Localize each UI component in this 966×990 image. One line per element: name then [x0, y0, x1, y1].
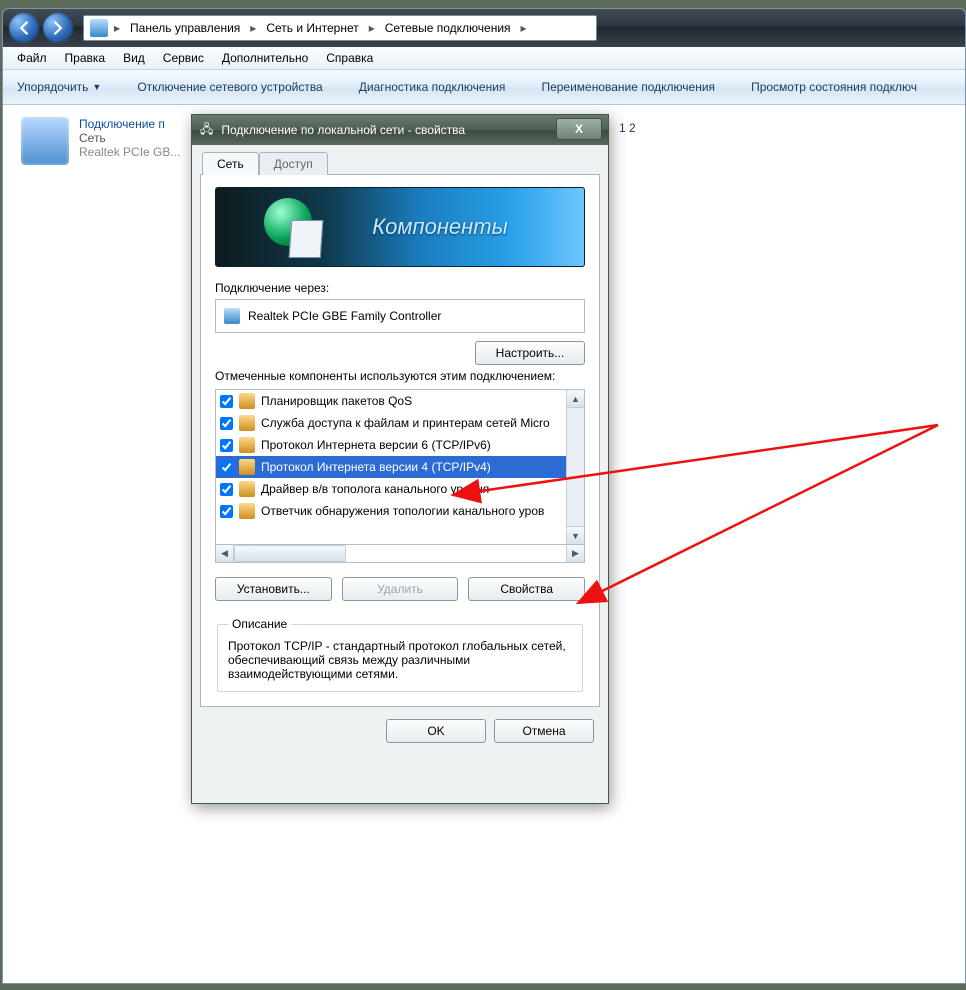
- configure-button[interactable]: Настроить...: [475, 341, 585, 365]
- component-label: Служба доступа к файлам и принтерам сете…: [261, 416, 550, 430]
- chevron-right-icon: ▸: [369, 21, 375, 35]
- horizontal-scrollbar[interactable]: ◀ ▶: [215, 545, 585, 563]
- nic-icon: [224, 308, 240, 324]
- component-row[interactable]: Протокол Интернета версии 6 (TCP/IPv6): [216, 434, 566, 456]
- address-bar[interactable]: ▸ Панель управления ▸ Сеть и Интернет ▸ …: [83, 15, 597, 41]
- connection-item[interactable]: Подключение п Сеть Realtek PCIe GB...: [21, 117, 191, 165]
- clipboard-icon: [289, 220, 324, 258]
- menu-view[interactable]: Вид: [115, 49, 153, 67]
- scroll-down-icon[interactable]: ▼: [567, 526, 584, 544]
- component-row[interactable]: Протокол Интернета версии 4 (TCP/IPv4): [216, 456, 566, 478]
- folder-icon: [90, 19, 108, 37]
- protocol-icon: [239, 459, 255, 475]
- connection-network: Сеть: [79, 131, 106, 145]
- component-checkbox[interactable]: [220, 461, 233, 474]
- component-checkbox[interactable]: [220, 395, 233, 408]
- scroll-right-icon[interactable]: ▶: [566, 545, 584, 562]
- diagnose-button[interactable]: Диагностика подключения: [353, 76, 512, 98]
- explorer-window: ▸ Панель управления ▸ Сеть и Интернет ▸ …: [2, 8, 966, 984]
- organize-button[interactable]: Упорядочить ▼: [11, 76, 107, 98]
- command-bar: Упорядочить ▼ Отключение сетевого устрой…: [3, 70, 965, 105]
- protocol-icon: [239, 437, 255, 453]
- menu-help[interactable]: Справка: [318, 49, 381, 67]
- adapter-box: Realtek PCIe GBE Family Controller: [215, 299, 585, 333]
- forward-button[interactable]: [43, 13, 73, 43]
- properties-button[interactable]: Свойства: [468, 577, 585, 601]
- back-button[interactable]: [9, 13, 39, 43]
- component-checkbox[interactable]: [220, 483, 233, 496]
- component-label: Протокол Интернета версии 4 (TCP/IPv4): [261, 460, 491, 474]
- menu-edit[interactable]: Правка: [57, 49, 114, 67]
- component-label: Драйвер в/в тополога канального уровня: [261, 482, 489, 496]
- breadcrumb[interactable]: Сетевые подключения: [381, 21, 515, 35]
- connect-using-label: Подключение через:: [215, 281, 585, 295]
- scroll-left-icon[interactable]: ◀: [216, 545, 234, 562]
- service-icon: [239, 393, 255, 409]
- disable-device-button[interactable]: Отключение сетевого устройства: [131, 76, 328, 98]
- description-text: Протокол TCP/IP - стандартный протокол г…: [228, 639, 572, 681]
- components-banner: Компоненты: [215, 187, 585, 267]
- dialog-icon: 🖧: [200, 120, 213, 141]
- chevron-right-icon: ▸: [114, 21, 120, 35]
- connection-properties-dialog: 🖧 Подключение по локальной сети - свойст…: [191, 114, 609, 804]
- scroll-up-icon[interactable]: ▲: [567, 390, 584, 408]
- adapter-name: Realtek PCIe GBE Family Controller: [248, 309, 441, 323]
- component-label: Планировщик пакетов QoS: [261, 394, 412, 408]
- close-icon: X: [575, 122, 583, 136]
- component-row[interactable]: Драйвер в/в тополога канального уровня: [216, 478, 566, 500]
- chevron-right-icon: ▸: [521, 21, 527, 35]
- extra-text: 1 2: [619, 121, 636, 135]
- rename-button[interactable]: Переименование подключения: [535, 76, 721, 98]
- menu-extra[interactable]: Дополнительно: [214, 49, 316, 67]
- menu-file[interactable]: Файл: [9, 49, 55, 67]
- banner-text: Компоненты: [372, 214, 508, 240]
- menu-tools[interactable]: Сервис: [155, 49, 212, 67]
- service-icon: [239, 415, 255, 431]
- arrow-to-properties: [578, 425, 938, 603]
- protocol-icon: [239, 503, 255, 519]
- breadcrumb[interactable]: Сеть и Интернет: [262, 21, 362, 35]
- cancel-button[interactable]: Отмена: [494, 719, 594, 743]
- tab-page-network: Компоненты Подключение через: Realtek PC…: [200, 174, 600, 707]
- components-list: Планировщик пакетов QoS Служба доступа к …: [215, 389, 585, 545]
- ok-button[interactable]: OK: [386, 719, 486, 743]
- description-fieldset: Описание Протокол TCP/IP - стандартный п…: [217, 617, 583, 692]
- menu-bar: Файл Правка Вид Сервис Дополнительно Спр…: [3, 47, 965, 70]
- breadcrumb[interactable]: Панель управления: [126, 21, 244, 35]
- component-label: Ответчик обнаружения топологии канальног…: [261, 504, 544, 518]
- view-status-button[interactable]: Просмотр состояния подключ: [745, 76, 923, 98]
- chevron-down-icon: ▼: [92, 82, 101, 92]
- network-adapter-icon: [21, 117, 69, 165]
- install-button[interactable]: Установить...: [215, 577, 332, 601]
- dialog-title: Подключение по локальной сети - свойства: [221, 123, 465, 137]
- component-row[interactable]: Ответчик обнаружения топологии канальног…: [216, 500, 566, 522]
- organize-label: Упорядочить: [17, 80, 88, 94]
- dialog-titlebar[interactable]: 🖧 Подключение по локальной сети - свойст…: [192, 115, 608, 145]
- component-row[interactable]: Планировщик пакетов QoS: [216, 390, 566, 412]
- description-legend: Описание: [228, 617, 291, 631]
- connection-title[interactable]: Подключение п: [79, 117, 165, 131]
- scroll-thumb[interactable]: [234, 545, 346, 562]
- components-label: Отмеченные компоненты используются этим …: [215, 369, 585, 383]
- component-row[interactable]: Служба доступа к файлам и принтерам сете…: [216, 412, 566, 434]
- back-icon: [17, 21, 31, 35]
- component-checkbox[interactable]: [220, 417, 233, 430]
- chevron-right-icon: ▸: [250, 21, 256, 35]
- uninstall-button: Удалить: [342, 577, 459, 601]
- component-checkbox[interactable]: [220, 505, 233, 518]
- tab-network[interactable]: Сеть: [202, 152, 259, 175]
- protocol-icon: [239, 481, 255, 497]
- tab-strip: Сеть Доступ: [202, 151, 604, 174]
- navigation-bar: ▸ Панель управления ▸ Сеть и Интернет ▸ …: [3, 9, 965, 47]
- tab-sharing[interactable]: Доступ: [259, 152, 328, 175]
- forward-icon: [51, 21, 65, 35]
- component-label: Протокол Интернета версии 6 (TCP/IPv6): [261, 438, 491, 452]
- close-button[interactable]: X: [556, 118, 602, 140]
- component-checkbox[interactable]: [220, 439, 233, 452]
- vertical-scrollbar[interactable]: ▲ ▼: [566, 390, 584, 544]
- content-area: Подключение п Сеть Realtek PCIe GB... 1 …: [3, 105, 965, 984]
- connection-adapter: Realtek PCIe GB...: [79, 145, 180, 159]
